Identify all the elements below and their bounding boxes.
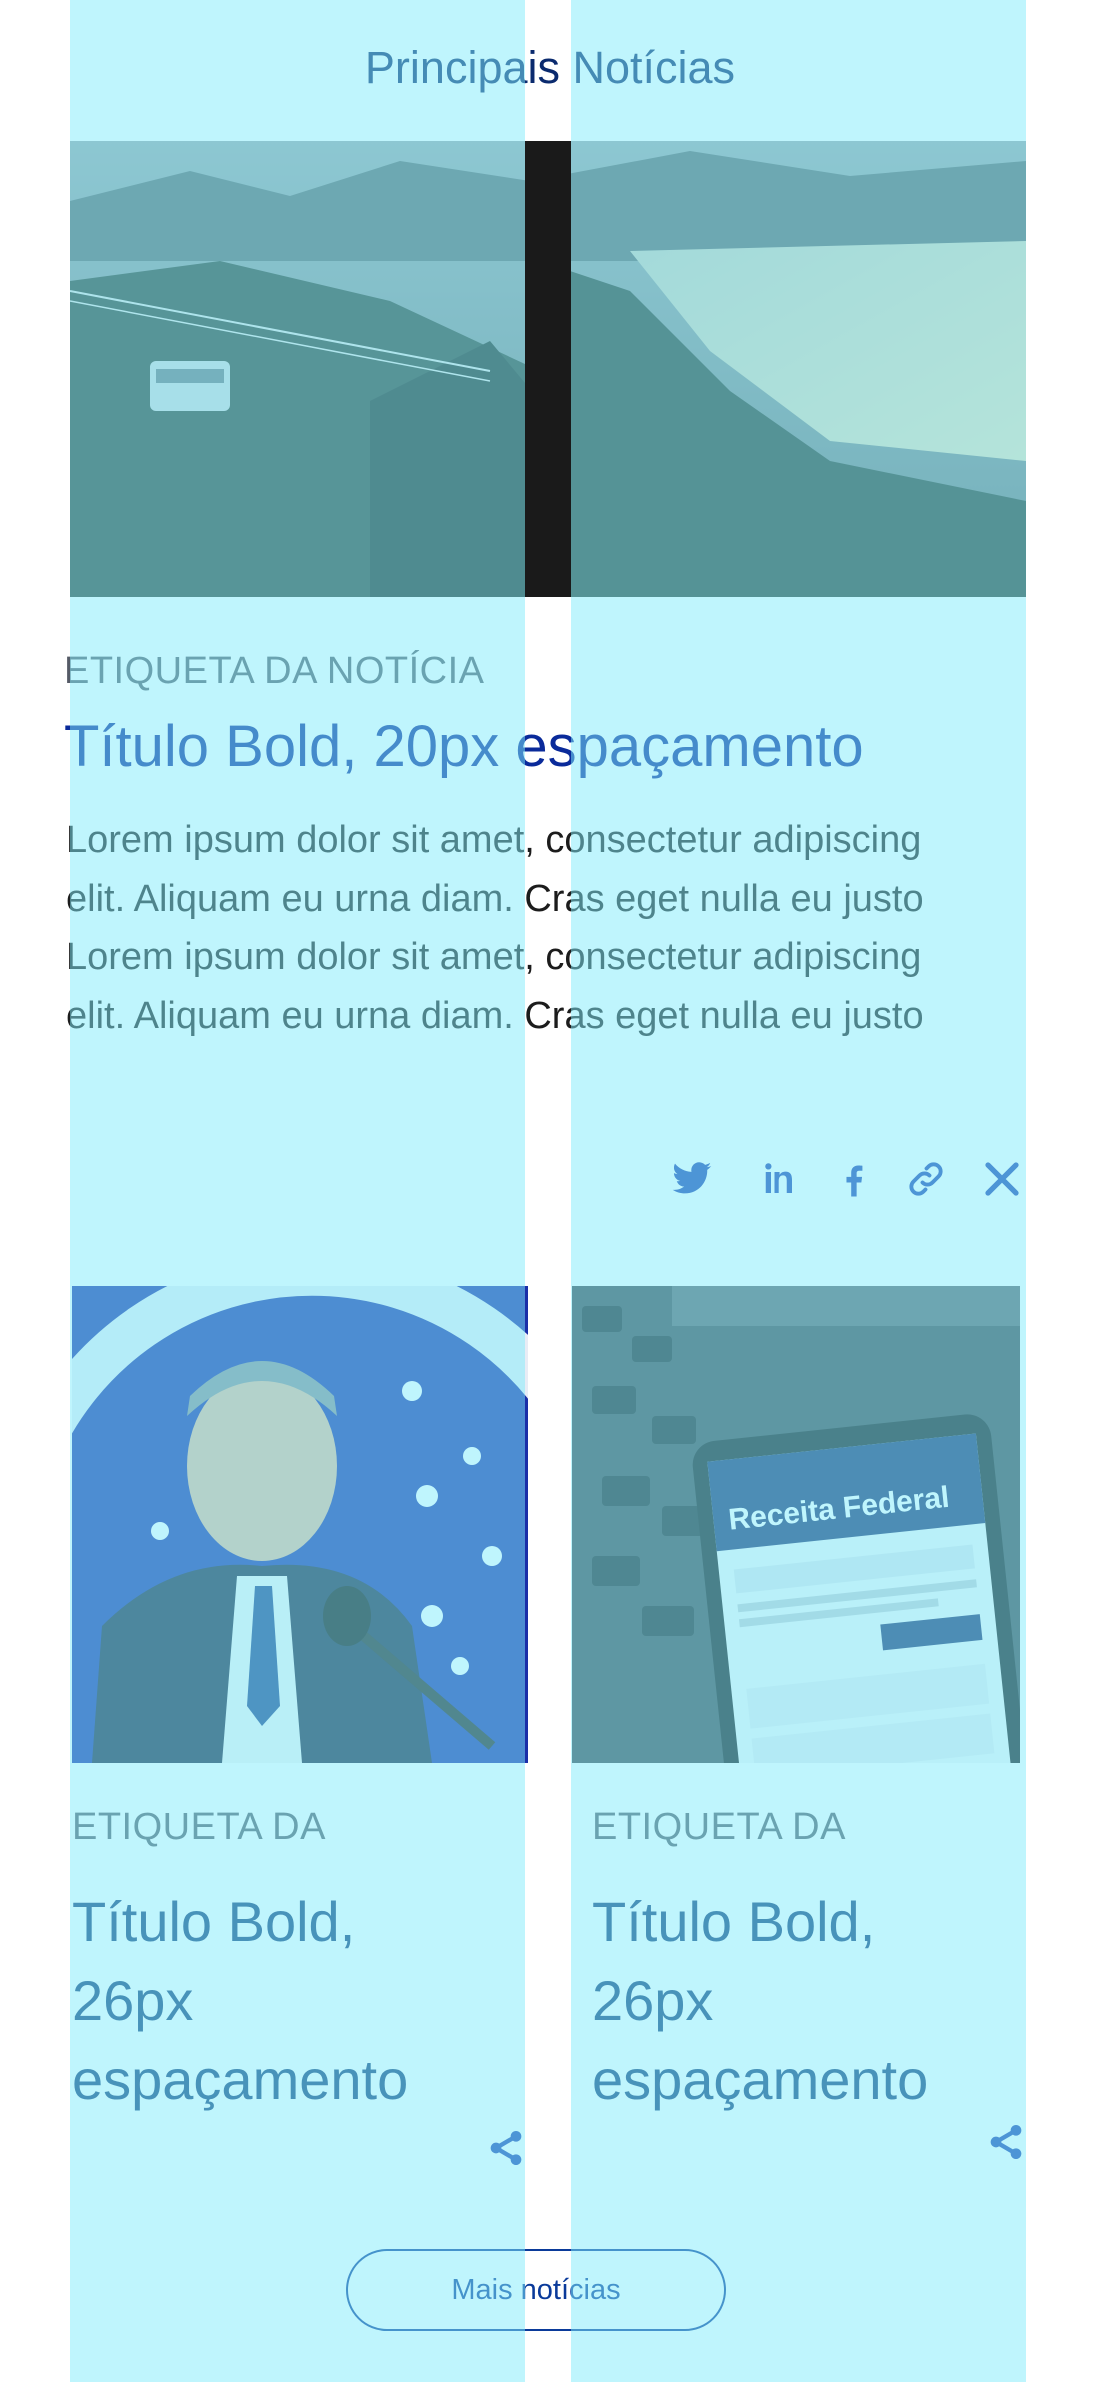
card-news-image[interactable] — [72, 1286, 528, 1763]
link-icon[interactable] — [902, 1155, 950, 1203]
linkedin-icon[interactable] — [754, 1155, 802, 1203]
more-news-button[interactable]: Mais notícias — [346, 2249, 726, 2331]
hero-share-row — [0, 1155, 1100, 1215]
twitter-icon[interactable] — [668, 1155, 716, 1203]
hero-body: Lorem ipsum dolor sit amet, consectetur … — [66, 819, 924, 1037]
facebook-icon[interactable] — [830, 1155, 878, 1203]
card-title[interactable]: Título Bold, 26px espaçamento — [592, 1882, 1012, 2119]
card-tag: ETIQUETA DA — [72, 1806, 326, 1848]
card-news-image[interactable]: Receita Federal — [572, 1286, 1020, 1763]
hero-tag: ETIQUETA DA NOTÍCIA — [64, 650, 485, 692]
card-tag: ETIQUETA DA — [592, 1806, 846, 1848]
section-title: Principais Notícias — [364, 42, 736, 93]
hero-news-image[interactable] — [70, 141, 1026, 597]
share-icon[interactable] — [986, 2122, 1026, 2162]
hero-title[interactable]: Título Bold, 20px espaçamento — [64, 713, 864, 780]
x-icon[interactable] — [978, 1155, 1026, 1203]
share-icon[interactable] — [486, 2128, 526, 2168]
card-title[interactable]: Título Bold, 26px espaçamento — [72, 1882, 492, 2119]
